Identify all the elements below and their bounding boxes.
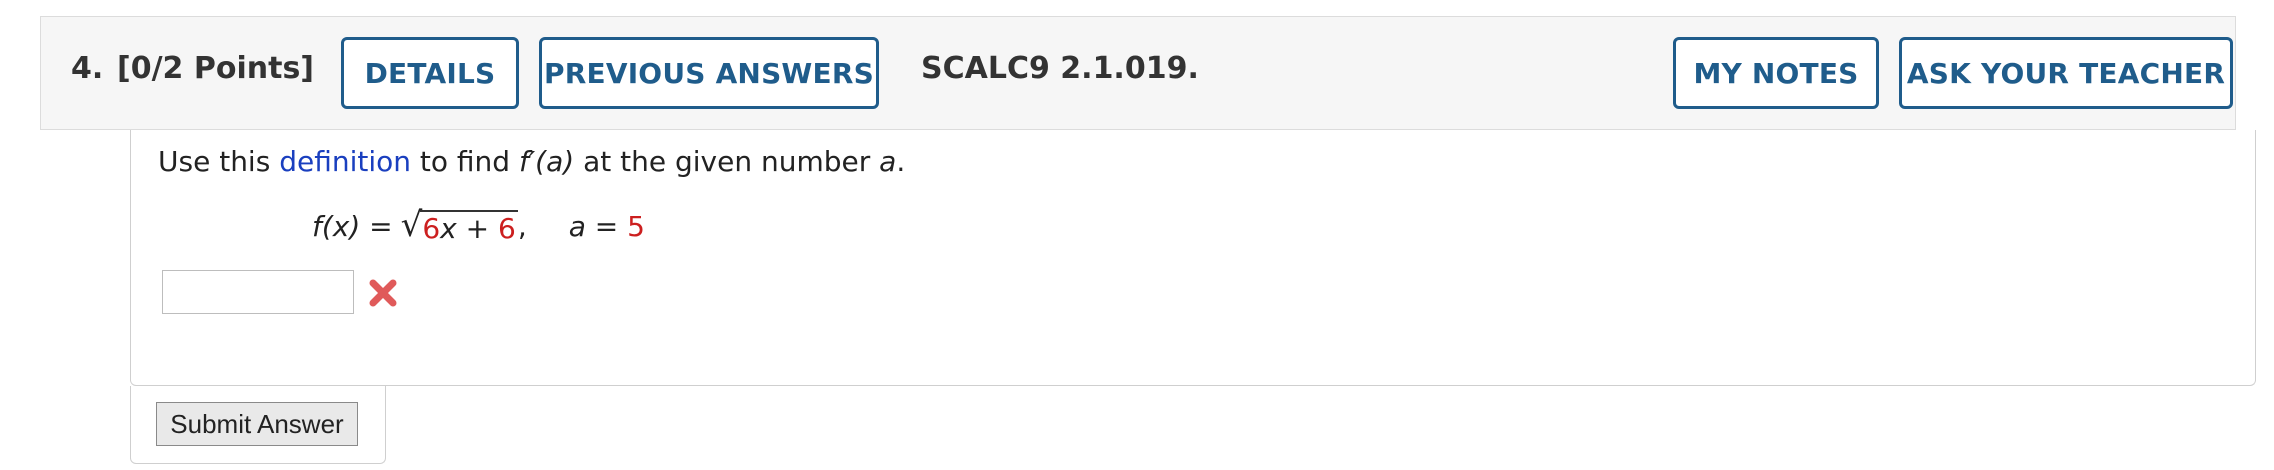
instruction-mid: to find: [411, 145, 519, 178]
fprime-label: f′(a): [518, 145, 575, 178]
ask-your-teacher-button[interactable]: ASK YOUR TEACHER: [1899, 37, 2233, 109]
question-header: 4. [0/2 Points] DETAILS PREVIOUS ANSWERS…: [40, 16, 2236, 130]
radicand: 6x + 6: [420, 210, 518, 245]
instruction-text: Use this definition to find f′(a) at the…: [158, 145, 905, 178]
radicand-variable: x +: [440, 212, 498, 245]
details-button[interactable]: DETAILS: [341, 37, 519, 109]
incorrect-x-icon: [369, 279, 397, 307]
a-value: 5: [627, 210, 645, 243]
submit-answer-button[interactable]: Submit Answer: [156, 402, 358, 446]
fx-label: f(x) =: [312, 210, 393, 243]
definition-link[interactable]: definition: [279, 145, 411, 178]
square-root: √ 6x + 6: [400, 205, 518, 245]
question-number: 4.: [71, 51, 104, 86]
sqrt-icon: √: [400, 205, 423, 245]
function-expression: f(x) = √ 6x + 6 , a = 5: [312, 205, 645, 245]
instruction-end: .: [896, 145, 906, 178]
instruction-suffix: at the given number: [574, 145, 880, 178]
problem-code: SCALC9 2.1.019.: [921, 51, 1199, 86]
a-variable: a: [879, 145, 897, 178]
previous-answers-button[interactable]: PREVIOUS ANSWERS: [539, 37, 879, 109]
a-assignment: a = 5: [569, 210, 645, 243]
answer-input[interactable]: [162, 270, 354, 314]
instruction-prefix: Use this: [158, 145, 280, 178]
points-label: [0/2 Points]: [117, 51, 315, 86]
radicand-constant: 6: [497, 212, 516, 245]
comma: ,: [517, 210, 527, 243]
radicand-coefficient: 6: [422, 212, 441, 245]
a-label: a =: [568, 210, 628, 243]
my-notes-button[interactable]: MY NOTES: [1673, 37, 1879, 109]
